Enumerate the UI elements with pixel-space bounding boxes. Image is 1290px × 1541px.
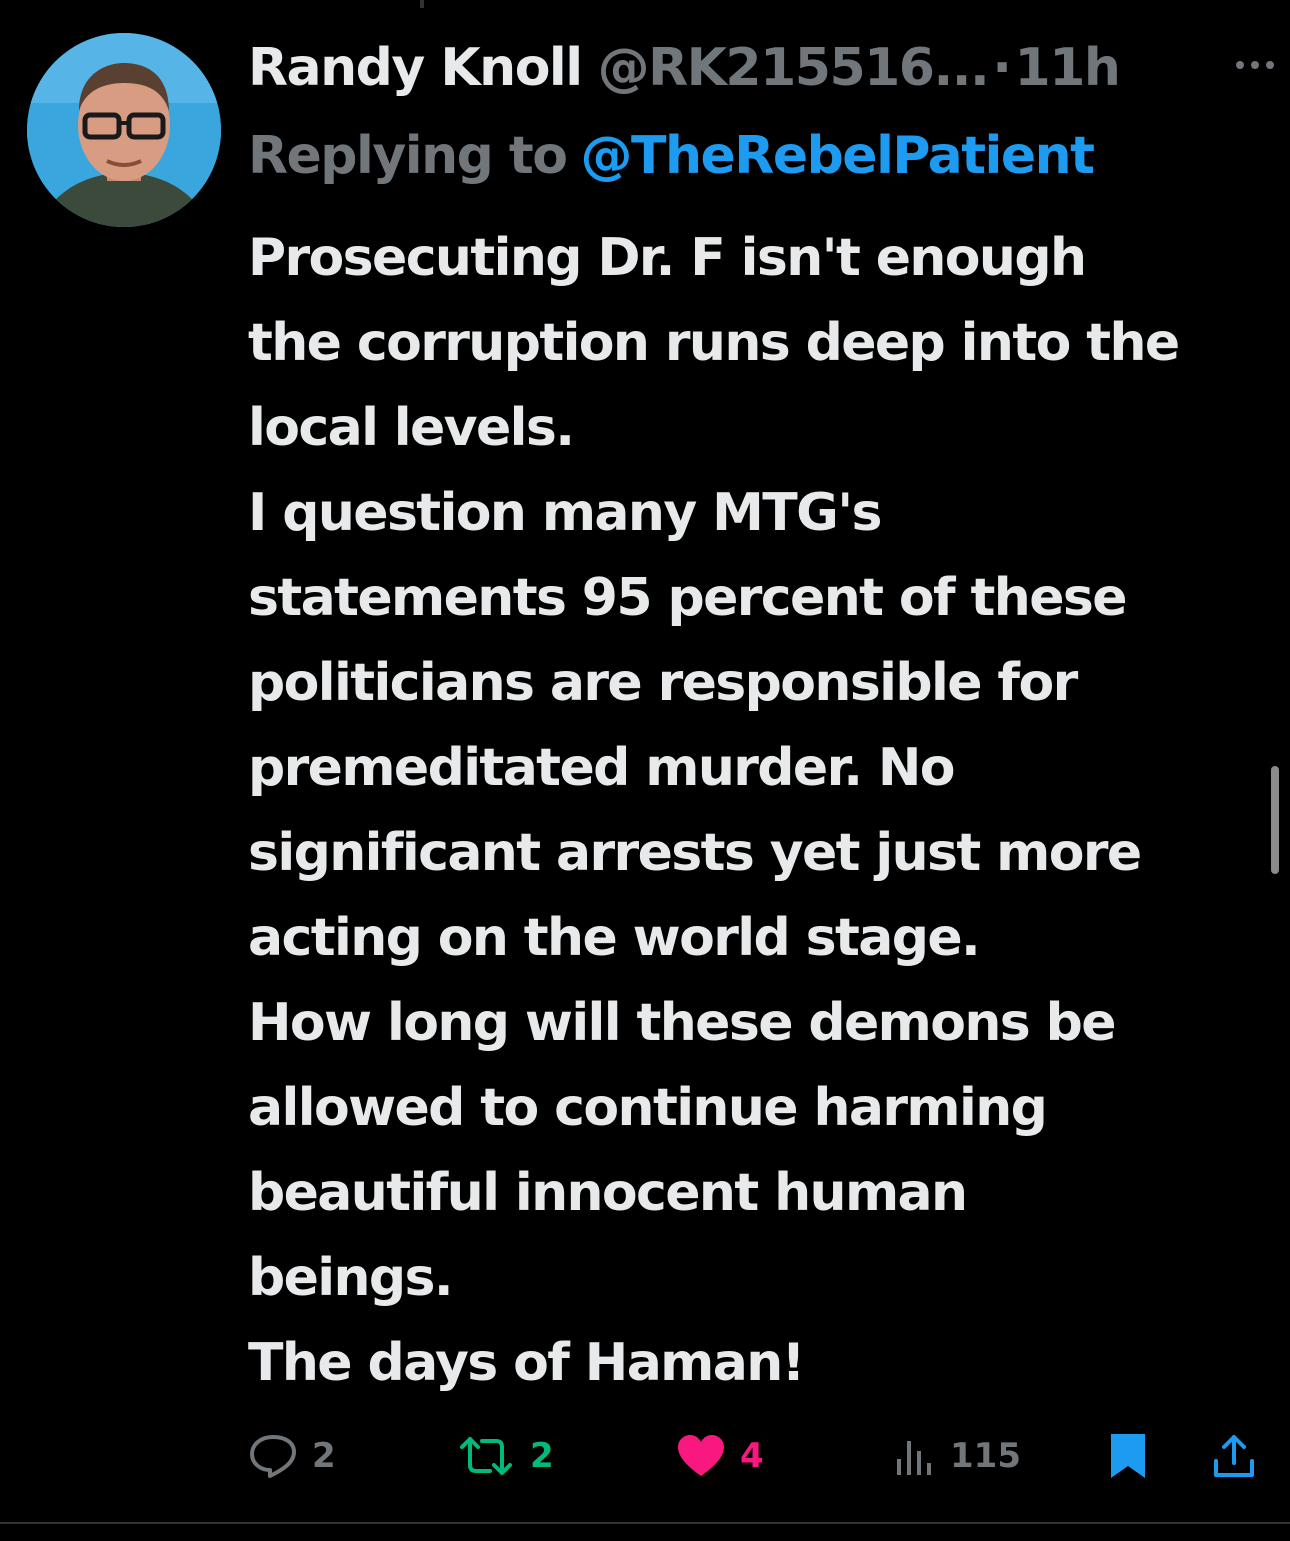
share-icon	[1214, 1435, 1254, 1477]
separator-dot: ·	[992, 38, 1012, 98]
replying-to-mention[interactable]: @TheRebelPatient	[581, 126, 1096, 186]
tweet-timestamp[interactable]: 11h	[1015, 38, 1121, 98]
tweet-text-line: significant arrests yet just more	[248, 823, 1142, 883]
reply-button[interactable]: 2	[248, 1426, 336, 1486]
like-button[interactable]: 4	[676, 1426, 764, 1486]
tweet-text-line: premeditated murder. No	[248, 738, 956, 798]
tweet-text-line: allowed to continue harming	[248, 1078, 1048, 1138]
tweet-text-line: politicians are responsible for	[248, 653, 1078, 713]
share-button[interactable]	[1212, 1426, 1256, 1486]
bookmark-icon	[1111, 1434, 1145, 1478]
profile-photo	[27, 33, 221, 227]
reply-count: 2	[312, 1436, 336, 1476]
tweet-text: Prosecuting Dr. F isn't enough the corru…	[248, 216, 1268, 1406]
tweet-text-line: The days of Haman!	[248, 1333, 805, 1393]
author-name[interactable]: Randy Knoll	[248, 38, 583, 98]
tweet-text-line: acting on the world stage.	[248, 908, 981, 968]
thread-connector-line	[420, 0, 424, 8]
author-handle[interactable]: @RK215516...	[598, 38, 990, 98]
tweet-text-line: the corruption runs deep into the	[248, 313, 1180, 373]
views-count: 115	[950, 1436, 1021, 1476]
tweet-text-line: How long will these demons be	[248, 993, 1117, 1053]
heart-icon	[678, 1435, 724, 1476]
repost-icon	[460, 1437, 512, 1475]
reply-icon	[250, 1435, 296, 1478]
replying-to: Replying to @TheRebelPatient	[248, 118, 1096, 194]
tweet-text-line: beautiful innocent human	[248, 1163, 968, 1223]
scrollbar[interactable]	[1271, 766, 1279, 874]
like-count: 4	[740, 1436, 764, 1476]
tweet-text-line: beings.	[248, 1248, 454, 1308]
repost-button[interactable]: 2	[456, 1426, 554, 1486]
repost-count: 2	[530, 1436, 554, 1476]
bookmark-button[interactable]	[1108, 1426, 1148, 1486]
views-button[interactable]: 115	[894, 1426, 1021, 1486]
tweet-header: Randy Knoll @RK215516... · 11h	[248, 28, 1278, 108]
tweet-text-line: Prosecuting Dr. F isn't enough	[248, 228, 1087, 288]
views-icon	[897, 1441, 931, 1475]
tweet-text-line: statements 95 percent of these	[248, 568, 1128, 628]
ellipsis-icon[interactable]	[1232, 50, 1278, 80]
avatar[interactable]	[27, 33, 221, 227]
tweet-text-line: I question many MTG's	[248, 483, 883, 543]
tweet-text-line: local levels.	[248, 398, 575, 458]
bottom-divider	[0, 1522, 1290, 1524]
replying-to-label: Replying to	[248, 126, 568, 186]
tweet-actions: 2 2 4 115	[248, 1426, 1268, 1486]
